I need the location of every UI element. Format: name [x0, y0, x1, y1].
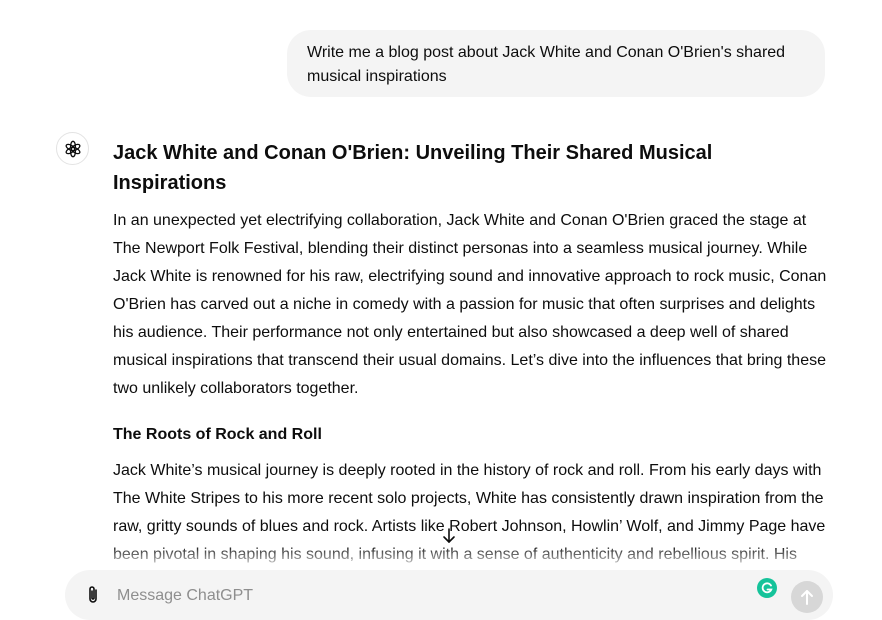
user-message-bubble: Write me a blog post about Jack White an… — [287, 30, 825, 97]
section-body-paragraph: Jack White’s musical journey is deeply r… — [113, 462, 826, 563]
message-input[interactable] — [117, 584, 717, 608]
assistant-avatar — [56, 132, 89, 165]
grammarly-button[interactable] — [757, 578, 777, 598]
message-composer — [65, 570, 833, 620]
attach-button[interactable] — [83, 584, 103, 606]
scroll-to-bottom-button[interactable] — [439, 526, 459, 546]
response-intro-paragraph: In an unexpected yet electrifying collab… — [113, 212, 827, 397]
user-message-text: Write me a blog post about Jack White an… — [307, 44, 786, 85]
section-heading: The Roots of Rock and Roll — [113, 426, 322, 443]
chatgpt-logo-icon — [65, 140, 80, 157]
grammarly-icon — [761, 582, 773, 594]
arrow-down-icon — [443, 528, 455, 543]
send-button[interactable] — [791, 581, 823, 613]
arrow-up-icon — [801, 590, 813, 605]
paperclip-icon — [89, 586, 97, 603]
response-title: Jack White and Conan O'Brien: Unveiling … — [113, 142, 713, 194]
assistant-response: Jack White and Conan O'Brien: Unveiling … — [113, 138, 829, 568]
